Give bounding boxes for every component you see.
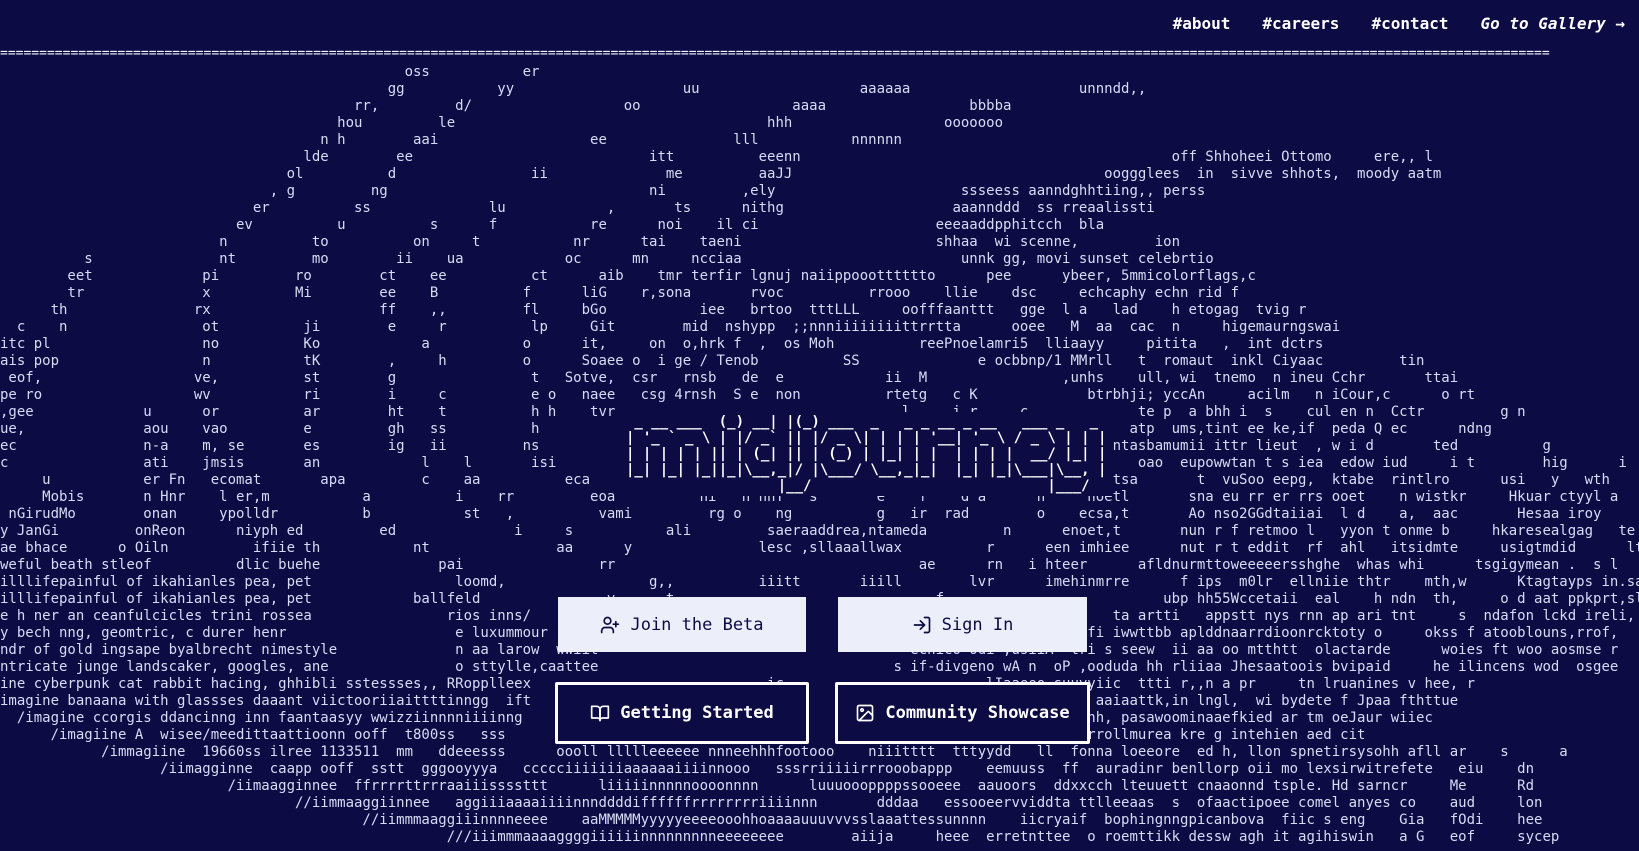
community-showcase-button[interactable]: Community Showcase (835, 682, 1090, 744)
image-icon (855, 703, 875, 723)
community-showcase-label: Community Showcase (885, 703, 1070, 723)
book-open-icon (590, 703, 610, 723)
join-beta-button[interactable]: Join the Beta (558, 597, 806, 652)
getting-started-label: Getting Started (620, 703, 774, 723)
ascii-divider: ========================================… (0, 46, 1550, 61)
join-beta-label: Join the Beta (630, 614, 764, 635)
sign-in-label: Sign In (941, 614, 1014, 635)
sign-in-icon (912, 615, 932, 635)
nav-about-link[interactable]: #about (1173, 14, 1231, 33)
midjourney-ascii-logo: _ __ ___ (_) __| |(_) ___ _ _ _ __ _ __ … (620, 412, 1113, 496)
top-nav: #about #careers #contact Go to Gallery → (1173, 0, 1639, 46)
user-plus-icon (600, 615, 620, 635)
go-to-gallery-link[interactable]: Go to Gallery → (1481, 14, 1626, 33)
nav-careers-link[interactable]: #careers (1262, 14, 1339, 33)
getting-started-button[interactable]: Getting Started (555, 682, 809, 744)
sign-in-button[interactable]: Sign In (838, 597, 1087, 652)
nav-contact-link[interactable]: #contact (1371, 14, 1448, 33)
